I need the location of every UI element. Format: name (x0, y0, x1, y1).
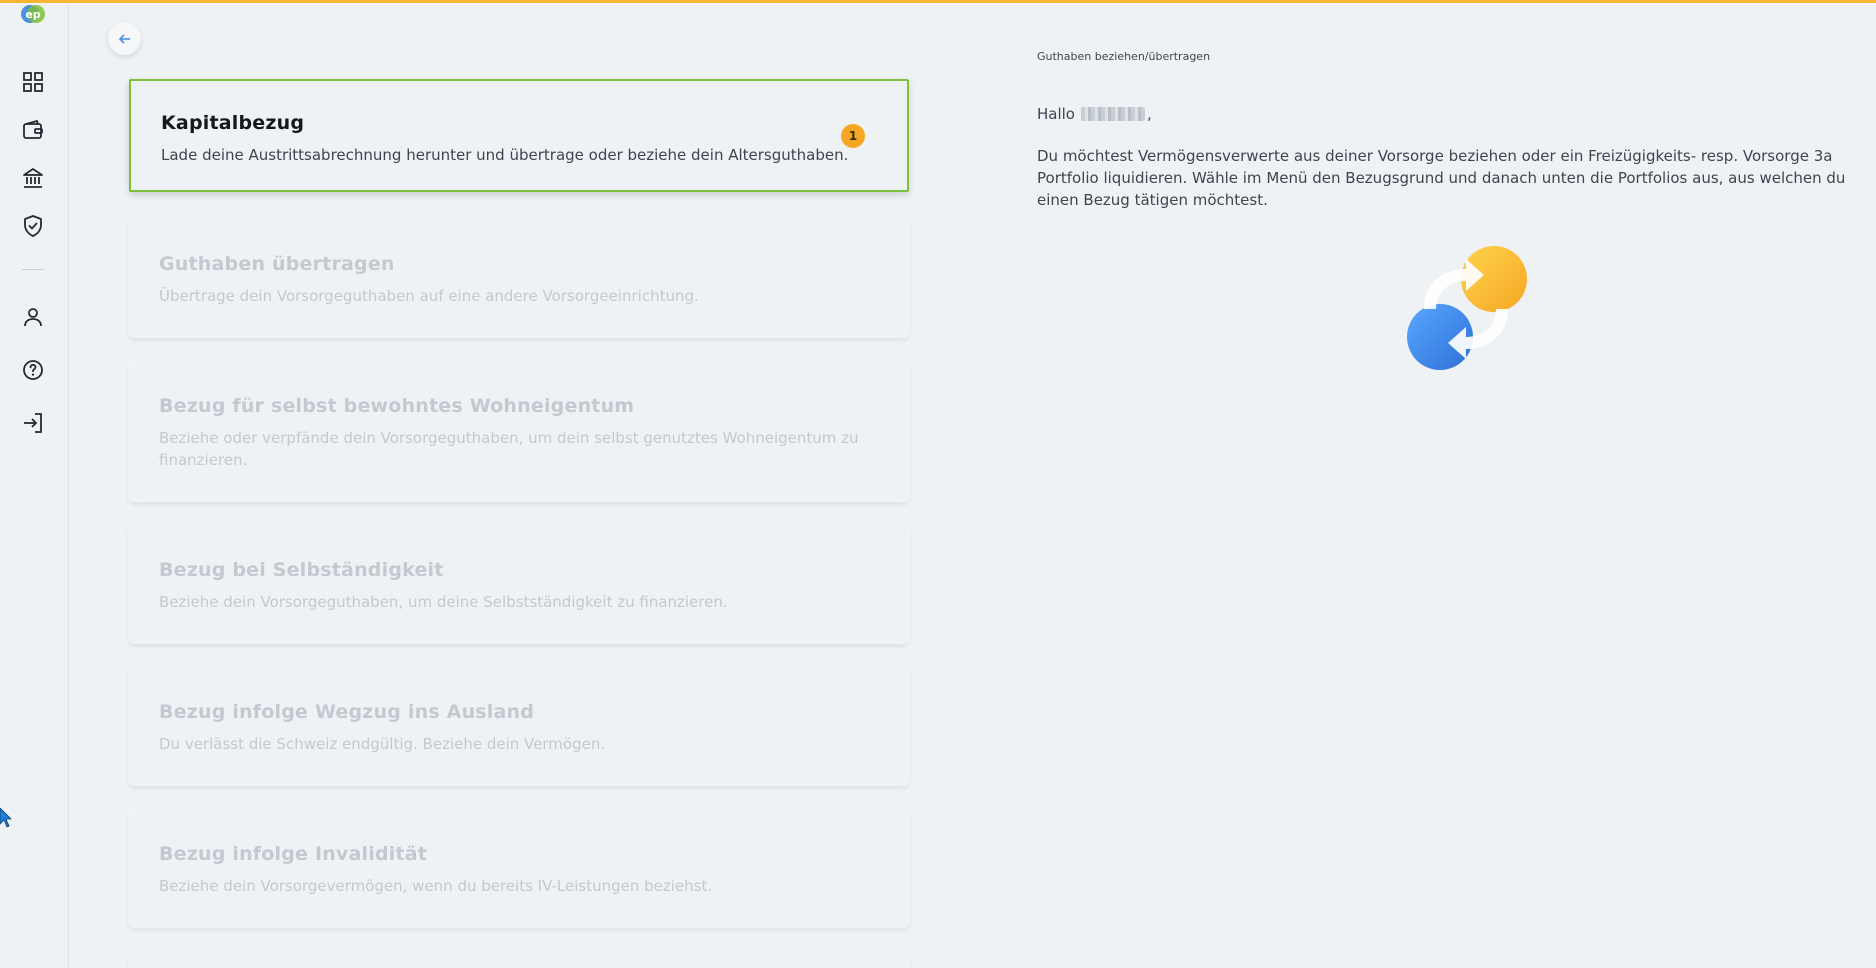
login-icon (24, 413, 42, 433)
wallet-icon (23, 119, 43, 139)
card-invaliditaet[interactable]: Bezug infolge Invalidität Beziehe dein V… (129, 811, 909, 928)
notification-badge: 1 (841, 124, 865, 148)
greeting-suffix: , (1146, 105, 1152, 123)
card-title: Bezug infolge Invalidität (159, 843, 428, 865)
card-wegzug-ausland[interactable]: Bezug infolge Wegzug ins Ausland Du verl… (129, 669, 909, 786)
card-title: Bezug für selbst bewohntes Wohneigentum (159, 395, 635, 417)
shield-check-icon (24, 215, 42, 237)
sidebar-item-dashboard[interactable] (19, 68, 47, 96)
card-title: Guthaben übertragen (159, 253, 395, 275)
sidebar-divider (22, 269, 44, 270)
card-partial[interactable] (129, 952, 909, 968)
card-description: Beziehe dein Vorsorgevermögen, wenn du b… (159, 877, 713, 895)
card-description: Beziehe oder verpfände dein Vorsorgeguth… (159, 429, 859, 469)
top-accent-bar (0, 0, 1876, 3)
grid-icon (23, 72, 43, 92)
card-description: Übertrage dein Vorsorgeguthaben auf eine… (159, 287, 699, 305)
bank-icon (23, 168, 43, 188)
sidebar-item-login[interactable] (19, 409, 47, 437)
back-button[interactable] (108, 22, 141, 55)
sidebar-item-help[interactable] (19, 356, 47, 384)
logo-text: ep (25, 8, 40, 21)
logo[interactable]: ep (20, 4, 46, 24)
card-wohneigentum[interactable]: Bezug für selbst bewohntes Wohneigentum … (129, 363, 909, 502)
card-title: Kapitalbezug (161, 112, 305, 134)
blurred-username (1080, 107, 1145, 121)
card-guthaben-uebertragen[interactable]: Guthaben übertragen Übertrage dein Vorso… (129, 221, 909, 338)
user-icon (24, 308, 42, 327)
card-kapitalbezug[interactable]: Kapitalbezug Lade deine Austrittsabrechn… (129, 79, 909, 192)
sidebar-item-profile[interactable] (19, 303, 47, 331)
sidebar-item-bank[interactable] (19, 164, 47, 192)
intro-text: Du möchtest Vermögensverwerte aus deiner… (1037, 147, 1846, 209)
card-title: Bezug bei Selbständigkeit (159, 559, 444, 581)
section-label: Guthaben beziehen/übertragen (1037, 50, 1211, 63)
sidebar-item-security[interactable] (19, 212, 47, 240)
help-circle-icon (23, 360, 43, 380)
card-title: Bezug infolge Wegzug ins Ausland (159, 701, 535, 723)
arrow-left-icon (118, 33, 130, 44)
mouse-cursor-icon (0, 807, 12, 828)
card-description: Lade deine Austrittsabrechnung herunter … (161, 146, 849, 164)
card-description: Du verlässt die Schweiz endgültig. Bezie… (159, 735, 606, 753)
info-panel: Guthaben beziehen/übertragen Hallo , Du … (1037, 50, 1857, 211)
card-description: Beziehe dein Vorsorgeguthaben, um deine … (159, 593, 728, 611)
card-selbstaendigkeit[interactable]: Bezug bei Selbständigkeit Beziehe dein V… (129, 527, 909, 644)
transfer-arrows-icon (1400, 243, 1532, 375)
greeting: Hallo , (1037, 105, 1857, 123)
greeting-prefix: Hallo (1037, 105, 1075, 123)
sidebar-item-wallet[interactable] (19, 116, 47, 144)
